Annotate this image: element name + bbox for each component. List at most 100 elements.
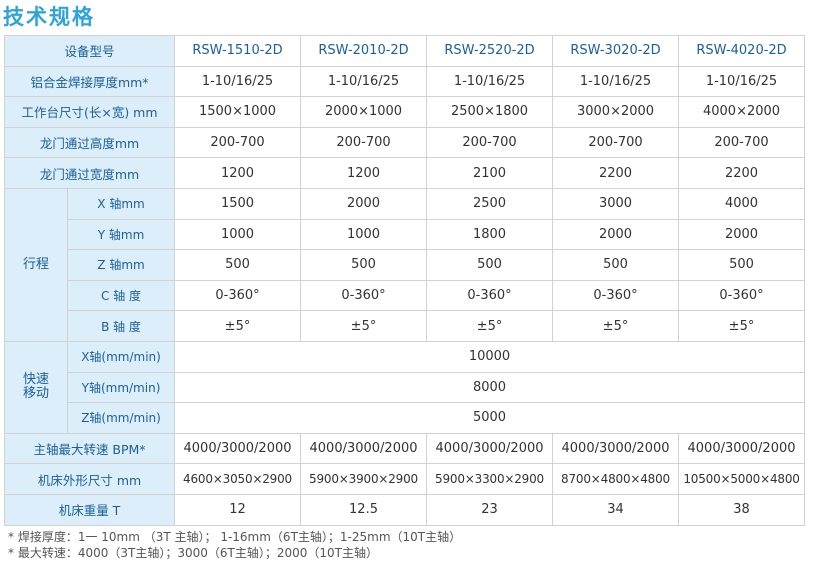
cell-value: 2200 [678,157,806,189]
spec-row-machine-dimensions: 机床外形尺寸 mm 4600×3050×2900 5900×3900×2900 … [3,463,806,495]
row-label: 铝合金焊接厚度mm* [3,65,176,98]
rapid-group-label: 快速 移动 [4,340,68,434]
spec-row-table-size: 工作台尺寸(长×宽) mm 1500×1000 2000×1000 2500×1… [3,96,806,128]
cell-value: 23 [426,493,554,526]
cell-value: 4000/3000/2000 [174,432,302,465]
cell-value: 200-700 [678,126,806,159]
row-label: C 轴 度 [66,279,176,312]
cell-value: ±5° [678,310,806,342]
cell-value: 0-360° [300,279,428,312]
cell-value: 4000/3000/2000 [678,432,806,465]
cell-value: 2500 [426,187,554,220]
header-label: 设备型号 [3,35,176,67]
cell-value: 12 [174,493,302,526]
rapid-group-label-line1: 快速 [22,372,49,388]
row-label: Y轴(mm/min) [66,371,176,404]
cell-value: ±5° [552,310,680,342]
row-label: B 轴 度 [66,310,176,342]
footnotes: * 焊接厚度：1一 10mm （3T 主轴）； 1-16mm（6T主轴）；1-2… [8,529,461,561]
cell-value: 5000 [174,402,806,434]
cell-value: 1-10/16/25 [678,65,806,98]
spec-row-spindle-speed: 主轴最大转速 BPM* 4000/3000/2000 4000/3000/200… [3,432,806,465]
cell-value: 1200 [174,157,302,189]
row-label: 龙门通过高度mm [3,126,176,159]
cell-value: 2100 [426,157,554,189]
spec-row-gantry-height: 龙门通过高度mm 200-700 200-700 200-700 200-700… [3,126,806,159]
cell-value: 0-360° [678,279,806,312]
row-label: 机床外形尺寸 mm [3,463,176,495]
cell-value: 4000 [678,187,806,220]
row-label: Z轴(mm/min) [66,402,176,434]
model-name: RSW-1510-2D [174,35,302,67]
cell-value: 1800 [426,218,554,251]
cell-value: 200-700 [426,126,554,159]
cell-value: 1-10/16/25 [300,65,428,98]
model-name: RSW-2010-2D [300,35,428,67]
cell-value: 12.5 [300,493,428,526]
cell-value: 1000 [174,218,302,251]
travel-row-b: B 轴 度 ±5° ±5° ±5° ±5° ±5° [5,310,806,342]
cell-value: 0-360° [426,279,554,312]
model-name: RSW-3020-2D [552,35,680,67]
cell-value: 8000 [174,371,806,404]
cell-value: 4000/3000/2000 [300,432,428,465]
cell-value: 1-10/16/25 [552,65,680,98]
row-label: X 轴mm [66,187,176,220]
cell-value: 2000 [678,218,806,251]
spec-row-gantry-width: 龙门通过宽度mm 1200 1200 2100 2200 2200 [3,157,806,189]
cell-value: 4000×2000 [678,96,806,128]
cell-value: 200-700 [552,126,680,159]
cell-value: 1-10/16/25 [426,65,554,98]
header-row: 设备型号 RSW-1510-2D RSW-2010-2D RSW-2520-2D… [3,35,806,67]
cell-value: 1500×1000 [174,96,302,128]
cell-value: 2000 [300,187,428,220]
row-label: 龙门通过宽度mm [3,157,176,189]
cell-value: ±5° [426,310,554,342]
rapid-row-y: Y轴(mm/min) 8000 [5,371,806,404]
model-name: RSW-4020-2D [678,35,806,67]
footnote-weld-thickness: * 焊接厚度：1一 10mm （3T 主轴）； 1-16mm（6T主轴）；1-2… [8,530,462,544]
row-label: 主轴最大转速 BPM* [3,432,176,465]
travel-row-c: C 轴 度 0-360° 0-360° 0-360° 0-360° 0-360° [5,279,806,312]
cell-value: 4600×3050×2900 [174,463,302,495]
cell-value: 5900×3300×2900 [426,463,554,495]
cell-value: 500 [678,249,806,281]
rapid-group-label-line2: 移动 [22,386,49,402]
cell-value: 200-700 [174,126,302,159]
spec-row-machine-weight: 机床重量 T 12 12.5 23 34 38 [3,493,806,526]
cell-value: 2500×1800 [426,96,554,128]
cell-value: 3000×2000 [552,96,680,128]
travel-row-y: Y 轴mm 1000 1000 1800 2000 2000 [5,218,806,251]
footnote-max-speed: * 最大转速：4000（3T主轴）；3000（6T主轴）；2000（10T主轴） [8,546,378,560]
row-label: X轴(mm/min) [66,340,176,373]
cell-value: 0-360° [552,279,680,312]
cell-value: 200-700 [300,126,428,159]
page-title: 技术规格 [3,5,95,29]
cell-value: 4000/3000/2000 [426,432,554,465]
cell-value: 1000 [300,218,428,251]
cell-value: 1-10/16/25 [174,65,302,98]
cell-value: 3000 [552,187,680,220]
cell-value: 500 [426,249,554,281]
travel-row-x: 行程 X 轴mm 1500 2000 2500 3000 4000 [4,187,806,342]
cell-value: 1500 [174,187,302,220]
travel-group-label: 行程 [4,187,68,342]
cell-value: 5900×3900×2900 [300,463,428,495]
cell-value: 10000 [174,340,806,373]
rapid-row-z: Z轴(mm/min) 5000 [5,402,806,434]
cell-value: 2000×1000 [300,96,428,128]
spec-table: 设备型号 RSW-1510-2D RSW-2010-2D RSW-2520-2D… [3,35,806,526]
cell-value: 500 [552,249,680,281]
cell-value: 2000 [552,218,680,251]
cell-value: 34 [552,493,680,526]
cell-value: 38 [678,493,806,526]
travel-row-z: Z 轴mm 500 500 500 500 500 [5,249,806,281]
cell-value: ±5° [174,310,302,342]
cell-value: 1200 [300,157,428,189]
row-label: 机床重量 T [3,493,176,526]
cell-value: 10500×5000×4800 [678,463,806,495]
cell-value: 500 [300,249,428,281]
cell-value: 2200 [552,157,680,189]
row-label: Y 轴mm [66,218,176,251]
row-label: Z 轴mm [66,249,176,281]
